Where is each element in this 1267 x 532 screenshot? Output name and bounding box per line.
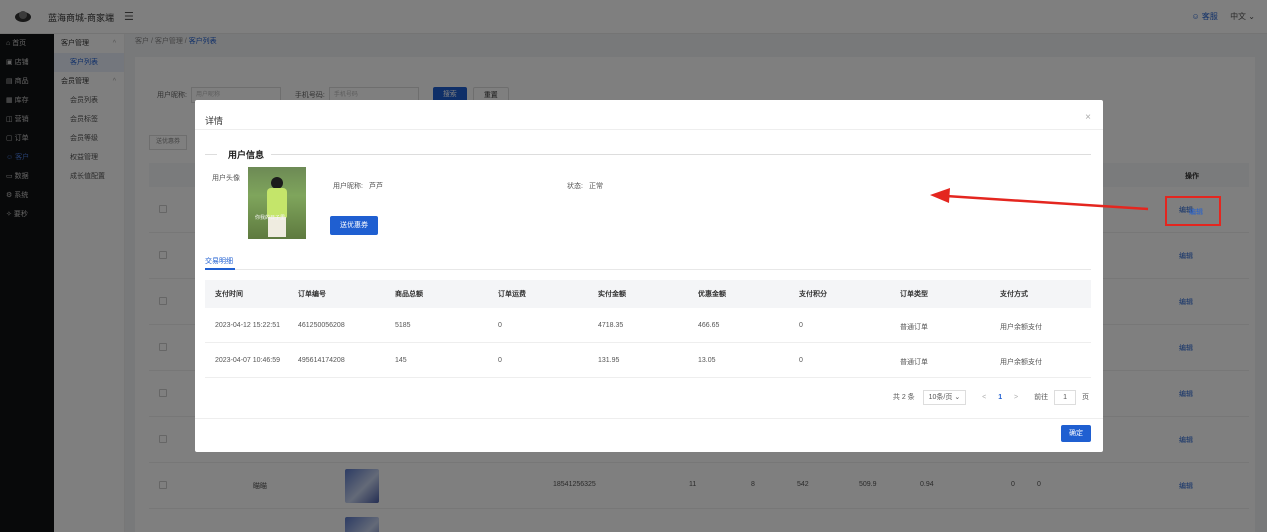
column-header: 订单编号 <box>298 291 326 298</box>
send-coupon-button[interactable]: 送优惠券 <box>330 216 378 235</box>
points-paid: 0 <box>799 322 803 329</box>
order-number: 495614174208 <box>298 357 345 364</box>
page-size-value: 10条/页 <box>928 394 953 401</box>
status-value: 正常 <box>588 183 603 190</box>
points-paid: 0 <box>799 357 803 364</box>
page-number[interactable]: 1 <box>998 394 1002 401</box>
order-type: 普通订单 <box>900 324 928 331</box>
order-number: 461250056208 <box>298 322 345 329</box>
goto-page-input[interactable]: 1 <box>1054 390 1077 405</box>
column-header: 支付方式 <box>1000 291 1028 298</box>
tab-transactions[interactable]: 交易明细 <box>205 256 233 266</box>
annotation-box <box>1165 196 1221 226</box>
user-avatar: 你我的日子里 <box>248 167 306 239</box>
pagination: 共 2 条 10条/页 ⌄ < 1 > 前往 1 页 <box>893 390 1089 405</box>
prev-page-button[interactable]: < <box>982 394 986 401</box>
tab-bar-line <box>205 269 1091 270</box>
payment-method: 用户余额支付 <box>1000 359 1042 366</box>
table-row: 2023-04-12 15:22:51 461250056208 5185 0 … <box>205 308 1091 343</box>
column-header: 支付积分 <box>799 291 827 298</box>
column-header: 支付时间 <box>215 291 243 298</box>
pay-time: 2023-04-07 10:46:59 <box>215 357 280 364</box>
ok-button[interactable]: 确定 <box>1061 425 1091 442</box>
divider <box>195 129 1103 130</box>
column-header: 优惠金额 <box>698 291 726 298</box>
table-row: 2023-04-07 10:46:59 495614174208 145 0 1… <box>205 343 1091 378</box>
pay-time: 2023-04-12 15:22:51 <box>215 322 280 329</box>
column-header: 订单运费 <box>498 291 526 298</box>
goto-label: 前往 <box>1034 394 1049 401</box>
paid-amount: 131.95 <box>598 357 620 364</box>
column-header: 订单类型 <box>900 291 928 298</box>
close-icon[interactable]: × <box>1085 112 1091 123</box>
avatar-label: 用户头像 <box>212 175 240 182</box>
divider <box>271 154 1091 155</box>
page-size-select[interactable]: 10条/页 ⌄ <box>922 390 967 405</box>
payment-method: 用户余额支付 <box>1000 324 1042 331</box>
avatar-caption: 你我的日子里 <box>255 215 286 221</box>
nickname-label: 用户昵称: <box>333 183 363 190</box>
status-field: 状态: 正常 <box>567 181 603 191</box>
column-header: 实付金额 <box>598 291 626 298</box>
status-label: 状态: <box>567 183 583 190</box>
tab-active-indicator <box>205 268 235 270</box>
divider <box>205 154 217 155</box>
nickname-value: 芦芦 <box>368 183 383 190</box>
avatar-figure <box>266 177 288 237</box>
chevron-down-icon: ⌄ <box>954 394 961 401</box>
nickname-field: 用户昵称: 芦芦 <box>333 181 383 191</box>
page-unit-label: 页 <box>1082 394 1089 401</box>
detail-dialog: 详情 × 用户信息 用户头像 你我的日子里 用户昵称: 芦芦 状态: 正常 送优惠券… <box>195 100 1103 452</box>
goods-total: 145 <box>395 357 407 364</box>
discount-amount: 466.65 <box>698 322 720 329</box>
discount-amount: 13.05 <box>698 357 716 364</box>
dialog-title: 详情 <box>205 116 224 126</box>
next-page-button[interactable]: > <box>1014 394 1018 401</box>
column-header: 商品总额 <box>395 291 423 298</box>
divider <box>195 418 1103 419</box>
shipping-fee: 0 <box>498 322 502 329</box>
transaction-table-header: 支付时间 订单编号 商品总额 订单运费 实付金额 优惠金额 支付积分 订单类型 … <box>205 280 1091 308</box>
order-type: 普通订单 <box>900 359 928 366</box>
paid-amount: 4718.35 <box>598 322 624 329</box>
shipping-fee: 0 <box>498 357 502 364</box>
section-title: 用户信息 <box>228 150 265 160</box>
pager-total: 共 2 条 <box>892 394 915 401</box>
goods-total: 5185 <box>395 322 411 329</box>
